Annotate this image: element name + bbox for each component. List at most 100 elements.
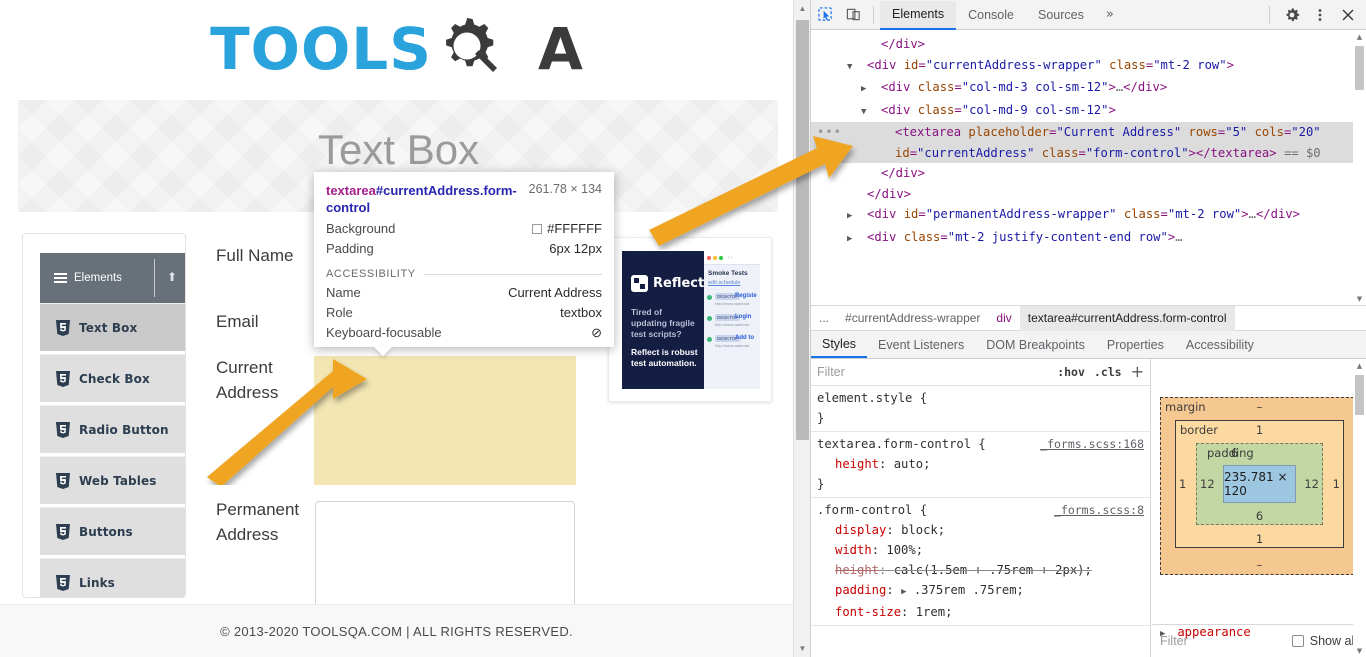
styles-pane[interactable]: Filter :hov .cls + element.style {}texta… [811,359,1151,657]
permanent-address-textarea[interactable] [315,501,575,619]
css-selector[interactable]: textarea.form-control { [817,437,986,451]
inspect-cursor-icon[interactable] [811,2,839,28]
dom-node[interactable]: </div> [811,163,1366,184]
breadcrumb-item[interactable]: textarea#currentAddress.form-control [1019,305,1235,331]
dom-node[interactable]: ▼ <div class="col-md-9 col-sm-12"> [811,100,1366,123]
box-padding-region[interactable]: padding 6 6 12 12 235.781 × 120 [1196,443,1323,525]
subtab-dom-breakpoints[interactable]: DOM Breakpoints [975,331,1096,358]
tab-sources[interactable]: Sources [1026,1,1096,30]
styles-pane-tabs[interactable]: Styles Event Listeners DOM Breakpoints Prop… [811,331,1366,359]
breadcrumb-item[interactable]: #currentAddress-wrapper [837,306,988,331]
box-border-right[interactable]: 1 [1333,477,1340,491]
css-selector[interactable]: .form-control { [817,503,927,517]
subtab-accessibility[interactable]: Accessibility [1175,331,1265,358]
computed-scrollbar[interactable]: ▲ ▼ [1353,359,1366,657]
box-padding-right[interactable]: 12 [1304,477,1319,491]
subtab-styles[interactable]: Styles [811,331,868,358]
expand-triangle-icon[interactable]: ▼ [861,102,881,123]
css-declaration[interactable]: padding: ▶ .375rem .75rem; [817,580,1144,602]
page-scrollbar-thumb[interactable] [796,20,809,440]
computed-scroll-down-icon[interactable]: ▼ [1353,644,1366,657]
more-vertical-icon[interactable] [1306,2,1334,28]
arrow-up-icon[interactable]: ⬆ [167,270,177,284]
css-declaration[interactable]: width: 100%; [817,540,1144,560]
box-border-left[interactable]: 1 [1179,477,1186,491]
css-source-link[interactable]: _forms.scss:168 [1040,434,1144,454]
css-rule[interactable]: textarea.form-control {_forms.scss:168 he… [811,432,1150,498]
expand-triangle-icon[interactable]: ▶ [861,79,881,100]
styles-filter-input[interactable]: Filter [817,365,845,379]
css-declaration[interactable]: display: block; [817,520,1144,540]
device-toolbar-icon[interactable] [839,2,867,28]
css-value[interactable]: 1rem; [916,605,953,619]
site-logo[interactable]: TOOLS A [0,0,793,98]
sidebar-item-radio-button[interactable]: Radio Button [40,405,185,453]
scroll-down-arrow-icon[interactable]: ▼ [794,640,811,657]
box-margin-top[interactable]: – [1161,400,1358,414]
show-all-toggle[interactable]: Show all [1291,634,1357,648]
computed-filter-input[interactable]: Filter [1160,634,1188,648]
styles-filter-bar[interactable]: Filter :hov .cls + [811,359,1150,386]
tree-scroll-up-icon[interactable]: ▲ [1353,30,1366,43]
dom-node[interactable]: </div> [811,34,1366,55]
sidebar-header[interactable]: Elements ⬆ [40,253,185,303]
sidebar-item-text-box[interactable]: Text Box [40,303,185,351]
css-value[interactable]: calc(1.5em + .75rem + 2px); [894,563,1092,577]
css-property[interactable]: display [835,523,886,537]
css-property[interactable]: height [835,563,879,577]
box-padding-bottom[interactable]: 6 [1197,509,1322,523]
expand-triangle-icon[interactable]: ▶ [847,206,867,227]
css-rule[interactable]: element.style {} [811,386,1150,432]
expand-triangle-icon[interactable]: ▶ [847,229,867,250]
expand-triangle-icon[interactable]: ▼ [847,57,867,78]
tab-console[interactable]: Console [956,1,1026,30]
close-icon[interactable] [1334,2,1362,28]
dom-node[interactable]: ▶ <div id="permanentAddress-wrapper" clas… [811,204,1366,227]
subtab-event-listeners[interactable]: Event Listeners [867,331,975,358]
box-border-region[interactable]: border 1 1 1 1 padding 6 6 12 12 235.781… [1175,420,1344,548]
box-margin-bottom[interactable]: – [1161,558,1358,572]
dom-node-selected[interactable]: ••• <textarea placeholder="Current Addres… [811,122,1366,163]
css-property[interactable]: padding [835,583,886,597]
cls-toggle-button[interactable]: .cls [1094,365,1122,379]
breadcrumb[interactable]: ... #currentAddress-wrapper div textarea#cu… [811,305,1366,331]
subtab-properties[interactable]: Properties [1096,331,1175,358]
dom-node[interactable]: ▶ <div class="mt-2 justify-content-end ro… [811,227,1366,250]
css-declaration[interactable]: height: calc(1.5em + .75rem + 2px); [817,560,1144,580]
css-rule[interactable]: .form-control { _forms.scss:8 display: blo… [811,498,1150,626]
css-declaration[interactable]: height: auto; [817,454,1144,474]
dom-node[interactable]: </div> [811,184,1366,205]
dom-node[interactable]: ▼ <div id="currentAddress-wrapper" class=… [811,55,1366,78]
checkbox-icon[interactable] [1291,635,1304,647]
computed-filter-bar[interactable]: Filter Show all [1152,624,1366,657]
computed-scroll-up-icon[interactable]: ▲ [1353,359,1366,372]
tree-scroll-down-icon[interactable]: ▼ [1353,292,1366,305]
css-source-link[interactable]: _forms.scss:8 [1054,500,1144,520]
tab-elements[interactable]: Elements [880,0,957,30]
css-value[interactable]: auto; [894,457,931,471]
css-value[interactable]: .375rem .75rem; [914,583,1024,597]
breadcrumb-item[interactable]: div [988,306,1019,331]
box-border-bottom[interactable]: 1 [1176,532,1343,546]
css-property[interactable]: width [835,543,872,557]
advertisement-card[interactable]: Reflect Tired of updating fragile test s… [608,237,772,402]
dom-tree[interactable]: </div> ▼ <div id="currentAddress-wrapper" … [811,30,1366,305]
expand-triangle-icon[interactable]: ▶ [901,587,906,597]
computed-scrollbar-thumb[interactable] [1355,375,1364,415]
sidebar-item-web-tables[interactable]: Web Tables [40,456,185,504]
css-selector[interactable]: element.style { [817,391,927,405]
css-property[interactable]: height [835,457,879,471]
page-scrollbar[interactable]: ▲ ▼ [793,0,810,657]
box-padding-left[interactable]: 12 [1200,477,1215,491]
dom-tree-scrollbar[interactable]: ▲ ▼ [1353,30,1366,305]
more-tabs-button[interactable]: » [1096,7,1124,22]
sidebar-item-check-box[interactable]: Check Box [40,354,185,402]
box-border-top[interactable]: 1 [1176,423,1343,437]
box-padding-top[interactable]: 6 [1231,446,1238,460]
gear-icon[interactable] [1278,2,1306,28]
scroll-up-arrow-icon[interactable]: ▲ [794,0,811,17]
breadcrumb-item[interactable]: ... [811,306,837,331]
sidebar-item-buttons[interactable]: Buttons [40,507,185,555]
new-style-rule-button[interactable]: + [1131,364,1144,380]
box-content-size[interactable]: 235.781 × 120 [1223,465,1296,503]
